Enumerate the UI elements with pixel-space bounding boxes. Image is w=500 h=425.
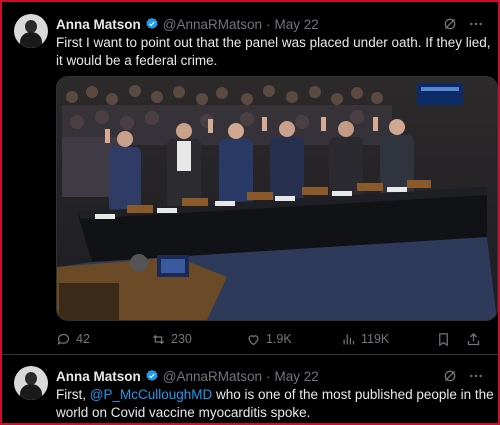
tweet-text: First, @P_McCulloughMD who is one of the… — [56, 386, 496, 422]
separator-dot: · — [266, 16, 271, 32]
author-name[interactable]: Anna Matson — [56, 369, 141, 384]
more-icon[interactable] — [468, 16, 484, 32]
reply-count: 42 — [76, 332, 90, 346]
reply-icon — [57, 333, 70, 345]
tweet-date[interactable]: May 22 — [275, 17, 319, 32]
verified-badge-icon — [146, 17, 158, 29]
reply-button[interactable]: 42 — [56, 332, 151, 347]
views-icon — [343, 334, 355, 344]
avatar[interactable] — [14, 366, 48, 400]
like-button[interactable]: 1.9K — [246, 332, 341, 347]
repost-count: 230 — [171, 332, 192, 346]
tweet-date[interactable]: May 22 — [275, 369, 319, 384]
hearing-photo — [57, 77, 497, 320]
tweet-header: Anna Matson @AnnaRMatson · May 22 — [56, 14, 319, 34]
views-count: 119K — [361, 332, 390, 346]
share-icon — [467, 332, 480, 345]
author-handle[interactable]: @AnnaRMatson — [163, 369, 262, 384]
tweet-header: Anna Matson @AnnaRMatson · May 22 — [56, 366, 319, 386]
tweet-divider — [2, 354, 498, 355]
like-icon — [248, 334, 259, 345]
separator-dot: · — [266, 368, 271, 384]
views-button[interactable]: 119K — [341, 332, 436, 347]
tweet-media-image[interactable] — [56, 76, 498, 321]
tweet-text: First I want to point out that the panel… — [56, 35, 491, 68]
like-count: 1.9K — [266, 332, 292, 346]
grok-icon[interactable] — [442, 16, 458, 32]
bookmark-icon — [439, 332, 448, 346]
header-icons — [442, 16, 484, 32]
grok-icon[interactable] — [442, 368, 458, 384]
avatar[interactable] — [14, 14, 48, 48]
share-button[interactable] — [466, 332, 486, 347]
repost-button[interactable]: 230 — [151, 332, 246, 347]
bookmark-button[interactable] — [436, 332, 466, 347]
tweet-2[interactable]: Anna Matson @AnnaRMatson · May 22 First,… — [14, 366, 494, 424]
tweet-text-start: First, — [56, 387, 90, 402]
repost-icon — [153, 334, 164, 344]
header-icons — [442, 368, 484, 384]
tweet-1[interactable]: Anna Matson @AnnaRMatson · May 22 First … — [14, 14, 498, 354]
mention-link[interactable]: @P_McCulloughMD — [90, 387, 213, 402]
author-name[interactable]: Anna Matson — [56, 17, 141, 32]
tweet-actions: 42 230 1.9K 119K — [56, 330, 496, 348]
more-icon[interactable] — [468, 368, 484, 384]
verified-badge-icon — [146, 369, 158, 381]
author-handle[interactable]: @AnnaRMatson — [163, 17, 262, 32]
